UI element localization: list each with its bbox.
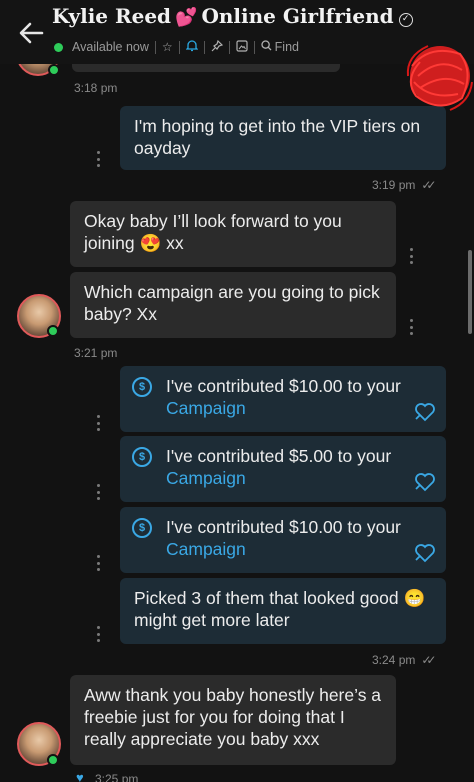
chat-title[interactable]: Kylie Reed 💕 Online Girlfriend ✓ <box>52 4 413 28</box>
message-timestamp: 3:19 pm ✓✓ <box>372 178 437 192</box>
divider <box>178 40 180 54</box>
message-options-icon[interactable] <box>409 248 413 264</box>
message-text: Aww thank you baby honestly here’s a fre… <box>84 685 382 749</box>
message-text: Which campaign are you going to pick bab… <box>84 282 380 324</box>
tip-amount-text: I've contributed $10.00 to your <box>166 376 401 396</box>
message-time: 3:19 pm <box>372 178 416 192</box>
message-timestamp: 3:18 pm <box>74 81 118 95</box>
message-text: Picked 3 of them that looked good 😁 migh… <box>134 588 426 630</box>
divider <box>154 40 156 54</box>
heart-icon[interactable] <box>414 543 436 563</box>
message-bubble-sent[interactable]: I'm hoping to get into the VIP tiers on … <box>120 106 446 170</box>
campaign-link[interactable]: Campaign <box>166 468 246 488</box>
heart-icon[interactable] <box>414 402 436 422</box>
message-list[interactable]: 3:18 pm I'm hoping to get into the VIP t… <box>0 32 474 782</box>
dollar-icon: $ <box>132 447 152 467</box>
message-timestamp: 3:21 pm <box>74 346 118 360</box>
tip-message-bubble[interactable]: $ I've contributed $10.00 to your Campai… <box>120 507 446 573</box>
message-options-icon[interactable] <box>96 555 100 571</box>
pin-icon[interactable] <box>211 39 223 55</box>
verified-icon: ✓ <box>398 13 413 27</box>
online-status-dot <box>54 42 63 52</box>
back-arrow-icon[interactable] <box>16 18 46 48</box>
tip-text: I've contributed $5.00 to your Campaign <box>166 445 446 489</box>
divider <box>253 40 255 54</box>
message-options-icon[interactable] <box>96 151 100 167</box>
campaign-link[interactable]: Campaign <box>166 539 246 559</box>
scrollbar[interactable] <box>468 250 472 334</box>
tip-message-bubble[interactable]: $ I've contributed $10.00 to your Campai… <box>120 366 446 432</box>
find-button[interactable]: Find <box>275 40 299 54</box>
message-timestamp: 3:25 pm <box>95 772 139 782</box>
tip-text: I've contributed $10.00 to your Campaign <box>166 516 446 560</box>
heart-icon[interactable] <box>414 472 436 492</box>
header-toolbar: Available now ☆ Find <box>54 38 299 56</box>
divider <box>228 40 230 54</box>
message-options-icon[interactable] <box>96 415 100 431</box>
contact-name: Kylie Reed <box>52 4 172 28</box>
tip-message-bubble[interactable]: $ I've contributed $5.00 to your Campaig… <box>120 436 446 502</box>
tip-amount-text: I've contributed $10.00 to your <box>166 517 401 537</box>
contact-name-suffix: Online Girlfriend <box>201 4 394 28</box>
online-status-dot <box>48 64 60 76</box>
message-time: 3:24 pm <box>372 653 416 667</box>
read-receipt-icon: ✓✓ <box>421 653 436 667</box>
message-bubble-received[interactable]: Aww thank you baby honestly here’s a fre… <box>70 675 396 765</box>
dollar-icon: $ <box>132 377 152 397</box>
message-timestamp: 3:24 pm ✓✓ <box>372 653 437 667</box>
divider <box>203 40 205 54</box>
online-status-dot <box>47 754 59 766</box>
message-bubble-sent[interactable]: Picked 3 of them that looked good 😁 migh… <box>120 578 446 644</box>
message-bubble-received[interactable]: Which campaign are you going to pick bab… <box>70 272 396 338</box>
search-icon[interactable] <box>261 40 272 54</box>
message-text: I'm hoping to get into the VIP tiers on … <box>134 116 421 158</box>
image-icon[interactable] <box>236 39 248 55</box>
read-receipt-icon: ✓✓ <box>421 178 436 192</box>
heart-emoji: 💕 <box>175 7 198 28</box>
message-options-icon[interactable] <box>96 626 100 642</box>
bell-icon[interactable] <box>185 39 199 55</box>
star-icon[interactable]: ☆ <box>162 40 173 54</box>
message-text: Okay baby I’ll look forward to you joini… <box>84 211 342 253</box>
tip-amount-text: I've contributed $5.00 to your <box>166 446 392 466</box>
online-status-dot <box>47 325 59 337</box>
dollar-icon: $ <box>132 518 152 538</box>
message-options-icon[interactable] <box>96 484 100 500</box>
message-bubble-received[interactable]: Okay baby I’ll look forward to you joini… <box>70 201 396 267</box>
message-options-icon[interactable] <box>409 319 413 335</box>
redaction-scribble <box>406 45 473 111</box>
tip-text: I've contributed $10.00 to your Campaign <box>166 375 446 419</box>
campaign-link[interactable]: Campaign <box>166 398 246 418</box>
availability-status: Available now <box>72 40 149 54</box>
heart-icon[interactable]: ♥ <box>76 770 84 782</box>
